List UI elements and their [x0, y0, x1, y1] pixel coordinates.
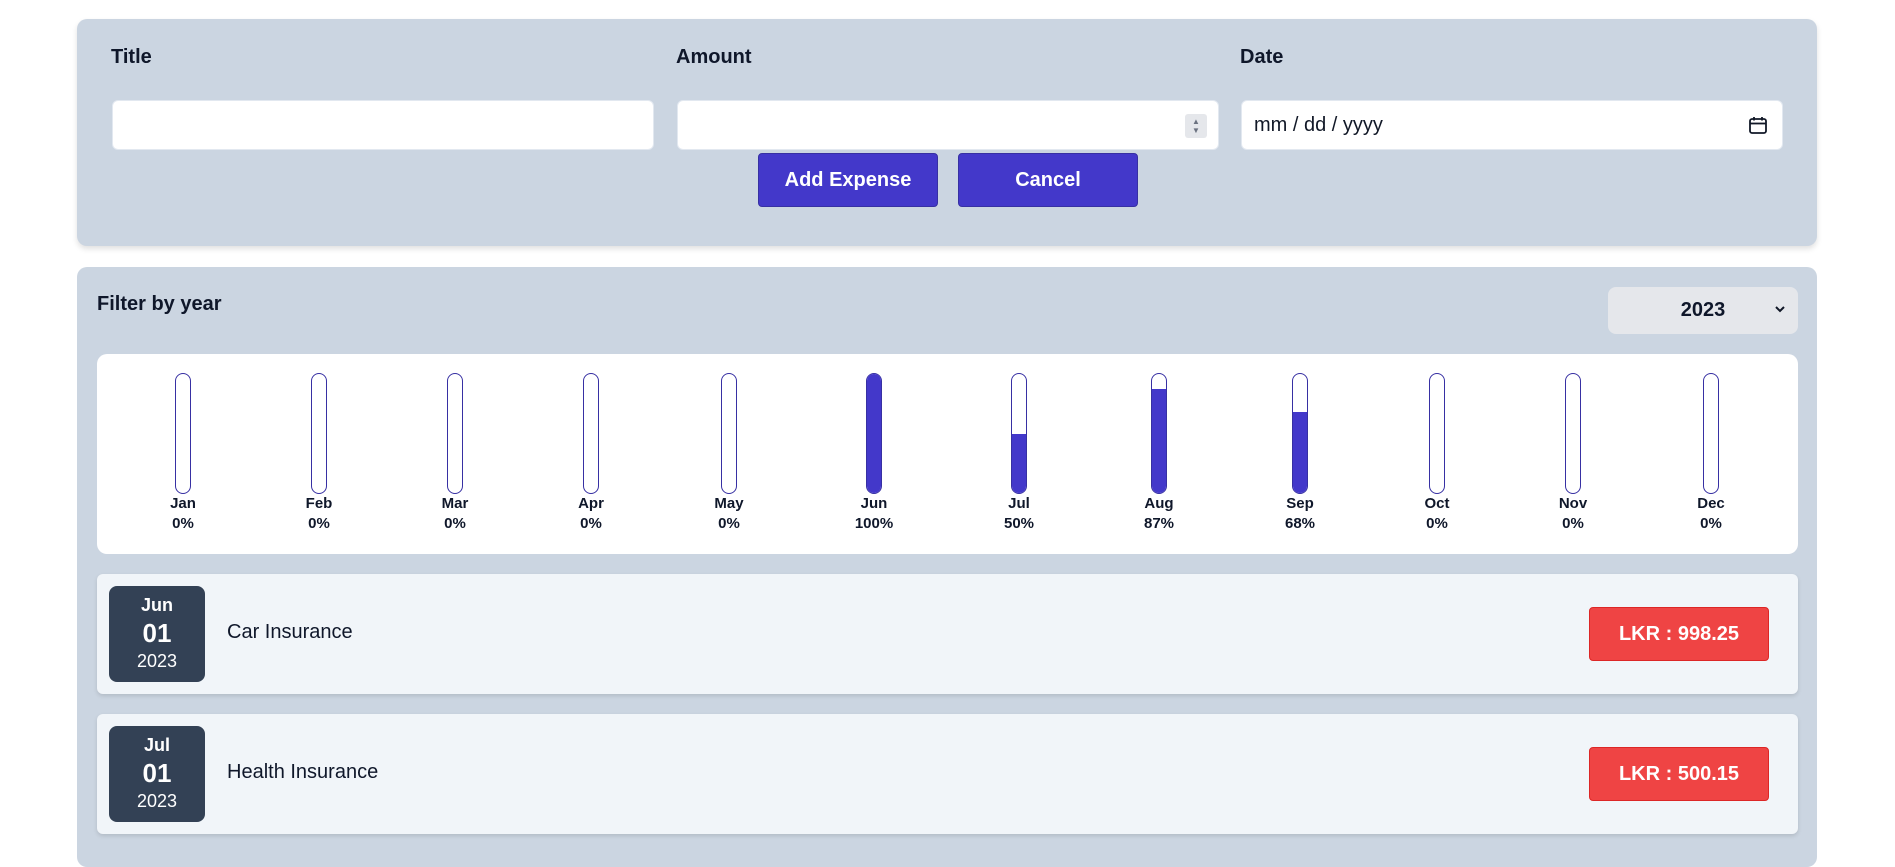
stepper-icon[interactable]: ▲ ▼	[1185, 114, 1207, 138]
chart-bar-jun: Jun 100%	[834, 373, 914, 534]
amount-field-group: Amount ▲ ▼	[676, 43, 1219, 150]
year-select-value: 2023	[1680, 299, 1726, 321]
chart-bar-nov: Nov 0%	[1533, 373, 1613, 534]
title-field-group: Title	[111, 43, 654, 150]
chart-bar-jan: Jan 0%	[143, 373, 223, 534]
expense-amount: LKR : 998.25	[1589, 607, 1769, 661]
chart-bar-fill	[1152, 389, 1166, 493]
chart-bar-track	[721, 373, 737, 494]
expense-date-day: 01	[142, 618, 172, 648]
expense-date-day: 01	[142, 758, 172, 788]
chart-data-label: 68%	[1284, 515, 1316, 532]
cancel-button[interactable]: Cancel	[958, 153, 1138, 207]
year-select[interactable]: 2023	[1608, 287, 1798, 334]
chart-data-label: 0%	[1700, 515, 1722, 532]
expense-item[interactable]: Jun 01 2023 Car Insurance LKR : 998.25	[97, 574, 1798, 694]
chart-data-label: 50%	[1003, 515, 1035, 532]
chart-tick-label: Mar	[441, 495, 469, 512]
expense-date: Jun 01 2023	[109, 586, 205, 682]
chart-bar-aug: Aug 87%	[1119, 373, 1199, 534]
date-input[interactable]: mm / dd / yyyy	[1241, 100, 1783, 150]
chart-tick-label: Sep	[1286, 495, 1314, 512]
chart-tick-label: Aug	[1144, 495, 1174, 512]
title-label: Title	[111, 46, 152, 68]
amount-input[interactable]: ▲ ▼	[677, 100, 1219, 150]
date-field-group: Date mm / dd / yyyy	[1240, 43, 1783, 150]
chart-bar-fill	[1012, 433, 1026, 493]
chart-bar-track	[1151, 373, 1167, 494]
chart-bar-track	[1429, 373, 1445, 494]
chart-tick-label: Nov	[1558, 495, 1588, 512]
chart-bar-apr: Apr 0%	[551, 373, 631, 534]
chart-tick-label: Jan	[170, 495, 196, 512]
filter-label: Filter by year	[97, 293, 222, 315]
chevron-down-icon	[1775, 306, 1785, 313]
chart-tick-label: Jun	[860, 495, 888, 512]
expense-date-year: 2023	[136, 651, 178, 671]
chart-data-label: 0%	[718, 515, 740, 532]
chart-bar-track	[175, 373, 191, 494]
chart-bar-fill	[1293, 412, 1307, 493]
expense-date-year: 2023	[136, 791, 178, 811]
chart-bar-may: May 0%	[689, 373, 769, 534]
chart-tick-label: Dec	[1697, 495, 1725, 512]
chart-bar-track	[447, 373, 463, 494]
chart-bar-track	[1292, 373, 1308, 494]
chart-data-label: 0%	[444, 515, 466, 532]
chart-tick-label: Jul	[1008, 495, 1030, 512]
chart-data-label: 0%	[580, 515, 602, 532]
chart-bar-mar: Mar 0%	[415, 373, 495, 534]
expense-item[interactable]: Jul 01 2023 Health Insurance LKR : 500.1…	[97, 714, 1798, 834]
expenses-panel: Filter by year 2023 Jan 0% Feb 0% Mar 0% Apr 0%…	[77, 267, 1817, 867]
expense-date: Jul 01 2023	[109, 726, 205, 822]
date-placeholder: mm / dd / yyyy	[1254, 113, 1383, 136]
chart-data-label: 0%	[1426, 515, 1448, 532]
calendar-icon[interactable]	[1748, 115, 1768, 135]
chart-data-label: 0%	[308, 515, 330, 532]
add-expense-button[interactable]: Add Expense	[758, 153, 938, 207]
chart-bar-fill	[867, 374, 881, 493]
expense-form: Title Amount ▲ ▼ Date mm / dd / yyyy Add …	[77, 19, 1817, 246]
chart-bar-sep: Sep 68%	[1260, 373, 1340, 534]
title-input[interactable]	[112, 100, 654, 150]
chart-bar-track	[583, 373, 599, 494]
chart-data-label: 87%	[1143, 515, 1175, 532]
chart-tick-label: Oct	[1424, 495, 1450, 512]
expense-amount: LKR : 500.15	[1589, 747, 1769, 801]
chart-bar-feb: Feb 0%	[279, 373, 359, 534]
chart-bar-jul: Jul 50%	[979, 373, 1059, 534]
expense-date-month: Jul	[143, 735, 170, 755]
expense-title: Health Insurance	[227, 761, 379, 783]
chart-tick-label: Apr	[578, 495, 604, 512]
chart-tick-label: May	[714, 495, 744, 512]
chart-data-label: 0%	[1562, 515, 1584, 532]
chart-bar-track	[1703, 373, 1719, 494]
chart-bar-track	[1565, 373, 1581, 494]
chart-data-label: 0%	[172, 515, 194, 532]
monthly-chart: Jan 0% Feb 0% Mar 0% Apr 0% May 0% Jun 100% Jul 50% Au…	[97, 354, 1798, 554]
chart-bar-track	[866, 373, 882, 494]
chart-bar-dec: Dec 0%	[1671, 373, 1751, 534]
chart-bar-track	[311, 373, 327, 494]
expense-title: Car Insurance	[227, 621, 353, 643]
chart-bar-track	[1011, 373, 1027, 494]
chart-tick-label: Feb	[305, 495, 333, 512]
chart-bar-oct: Oct 0%	[1397, 373, 1477, 534]
amount-label: Amount	[676, 46, 752, 68]
expense-date-month: Jun	[140, 595, 173, 615]
chart-data-label: 100%	[854, 515, 894, 532]
date-label: Date	[1240, 46, 1284, 68]
